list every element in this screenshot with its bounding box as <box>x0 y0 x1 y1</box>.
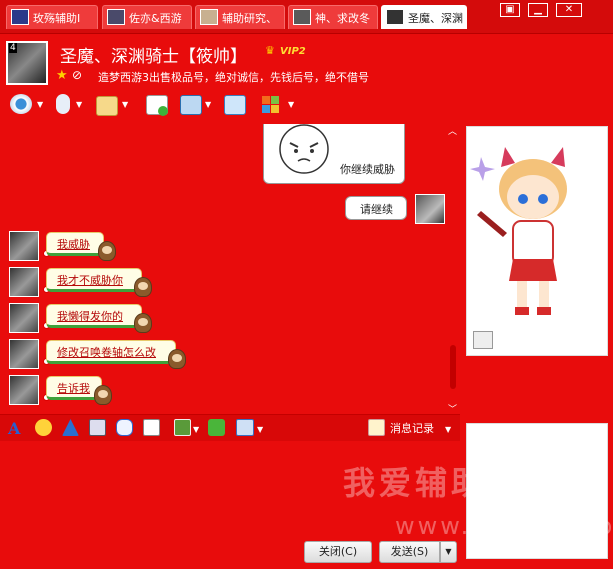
remote-assist-icon <box>180 95 202 115</box>
star-icon[interactable]: ★ <box>56 68 68 83</box>
apps-icon-tile <box>271 105 279 113</box>
screenshot-icon[interactable] <box>89 419 106 436</box>
monkey-emoji-icon <box>94 385 112 405</box>
message-history[interactable]: 你继续威胁 请继续 我威胁 我才不威胁你 我懒得发你的 修改召唤卷轴怎么改 告诉… <box>0 124 457 414</box>
chevron-down-icon[interactable]: ▼ <box>193 425 199 434</box>
tab-label: 神、求改冬 <box>315 12 370 25</box>
apps-icon-tile <box>262 105 270 113</box>
scrawl-icon[interactable] <box>143 419 160 436</box>
peer-avatar[interactable] <box>9 375 39 405</box>
self-message-bubble[interactable]: 请继续 <box>345 196 407 220</box>
send-options-chevron-icon[interactable]: ▼ <box>440 541 457 563</box>
message-text: 我威胁 <box>57 238 90 251</box>
font-icon[interactable]: A <box>8 419 25 438</box>
contact-avatar-icon <box>293 9 311 25</box>
scrollbar-thumb[interactable] <box>450 345 456 389</box>
peer-avatar[interactable] <box>9 339 39 369</box>
file-transfer-icon <box>96 96 118 116</box>
voice-call-icon <box>56 94 70 114</box>
chevron-down-icon[interactable]: ▼ <box>122 100 128 109</box>
image-icon[interactable] <box>174 419 191 436</box>
screen-capture-icon[interactable] <box>236 419 254 436</box>
watermark-url: www.52fzba.com <box>395 512 613 540</box>
close-button[interactable]: 关闭(C) <box>304 541 372 563</box>
avatar-level: 4 <box>9 43 17 53</box>
tab-label: 佐亦&西游 <box>129 12 182 25</box>
watermark-title: 我爱辅助论坛 <box>343 464 560 502</box>
message-text: 告诉我 <box>57 382 90 395</box>
angry-face-sticker <box>272 124 336 175</box>
peer-message-bubble[interactable]: 我才不威胁你 <box>46 268 142 292</box>
input-toolbar: A ▼ ▼ 消息记录 ▼ <box>0 414 460 441</box>
vip-crown-icon: ♛ <box>265 44 275 57</box>
monkey-emoji-icon <box>98 241 116 261</box>
voice-message-icon[interactable] <box>116 419 133 436</box>
emoji-icon[interactable] <box>35 419 52 436</box>
tab-conversation-5[interactable]: 圣魔、深渊 × <box>381 5 467 29</box>
add-icon <box>158 106 168 116</box>
thumbs-up-icon[interactable] <box>473 331 493 349</box>
monkey-emoji-icon <box>134 313 152 333</box>
menu-icon[interactable]: ▣ <box>500 3 520 17</box>
peer-avatar[interactable] <box>9 267 39 297</box>
contact-avatar[interactable]: 4 <box>6 41 48 85</box>
tab-label: 玫殇辅助Ⅰ <box>33 12 81 25</box>
chevron-down-icon[interactable]: ▼ <box>257 425 263 434</box>
cartoon-character-image <box>467 141 607 331</box>
vip-badge[interactable]: VIP2 <box>280 46 306 57</box>
peer-show-panel[interactable] <box>466 126 608 356</box>
self-avatar[interactable] <box>415 194 445 224</box>
message-text: 我懒得发你的 <box>57 310 123 323</box>
tab-conversation-2[interactable]: 佐亦&西游 <box>102 5 192 29</box>
close-window-icon[interactable]: ✕ <box>556 3 582 17</box>
sticker-caption: 你继续威胁 <box>340 163 395 176</box>
music-icon[interactable] <box>208 419 225 436</box>
minimize-icon[interactable]: ▁ <box>528 3 548 17</box>
search-icon[interactable]: ⊘ <box>72 68 82 82</box>
apps-icon-tile <box>271 96 279 104</box>
contact-avatar-icon <box>200 9 218 25</box>
chevron-down-icon[interactable]: ▼ <box>288 100 294 109</box>
message-text: 我才不威胁你 <box>57 274 123 287</box>
tab-label: 辅助研究、 <box>222 12 277 25</box>
chevron-down-icon[interactable]: ▼ <box>76 100 82 109</box>
monkey-emoji-icon <box>134 277 152 297</box>
peer-avatar[interactable] <box>9 303 39 333</box>
contact-avatar-icon <box>107 9 125 25</box>
apps-icon <box>262 96 270 104</box>
chevron-down-icon[interactable]: ▼ <box>205 100 211 109</box>
scroll-up-icon[interactable]: ︿ <box>448 124 457 137</box>
close-tab-icon[interactable]: × <box>455 10 463 21</box>
send-button[interactable]: 发送(S) <box>379 541 440 563</box>
magic-expression-icon[interactable] <box>62 419 79 436</box>
contact-name[interactable]: 圣魔、深渊骑士【筱帅】 <box>60 42 247 67</box>
tab-conversation-1[interactable]: 玫殇辅助Ⅰ <box>6 5 98 29</box>
chevron-down-icon[interactable]: ▼ <box>445 425 451 434</box>
tab-conversation-4[interactable]: 神、求改冬 <box>288 5 378 29</box>
message-history-button[interactable]: 消息记录 <box>390 420 434 436</box>
video-call-icon <box>10 94 32 114</box>
sticker-message[interactable]: 你继续威胁 <box>263 124 405 184</box>
peer-message-bubble[interactable]: 我威胁 <box>46 232 104 256</box>
tab-bar: 玫殇辅助Ⅰ 佐亦&西游 辅助研究、 神、求改冬 圣魔、深渊 × ▣ ▁ ✕ <box>0 0 613 34</box>
peer-message-bubble[interactable]: 我懒得发你的 <box>46 304 142 328</box>
chevron-down-icon[interactable]: ▼ <box>37 100 43 109</box>
contact-signature: 造梦西游3出售极品号，绝对诚信，先钱后号，绝不借号 <box>98 71 369 84</box>
monkey-emoji-icon <box>168 349 186 369</box>
contact-avatar-icon <box>386 9 404 25</box>
contact-avatar-icon <box>11 9 29 25</box>
message-text: 修改召唤卷轴怎么改 <box>57 346 156 359</box>
tab-conversation-3[interactable]: 辅助研究、 <box>195 5 285 29</box>
history-icon[interactable] <box>368 419 385 436</box>
peer-message-bubble[interactable]: 修改召唤卷轴怎么改 <box>46 340 176 364</box>
peer-avatar[interactable] <box>9 231 39 261</box>
message-text: 请继续 <box>360 203 393 216</box>
share-screen-icon <box>224 95 246 115</box>
